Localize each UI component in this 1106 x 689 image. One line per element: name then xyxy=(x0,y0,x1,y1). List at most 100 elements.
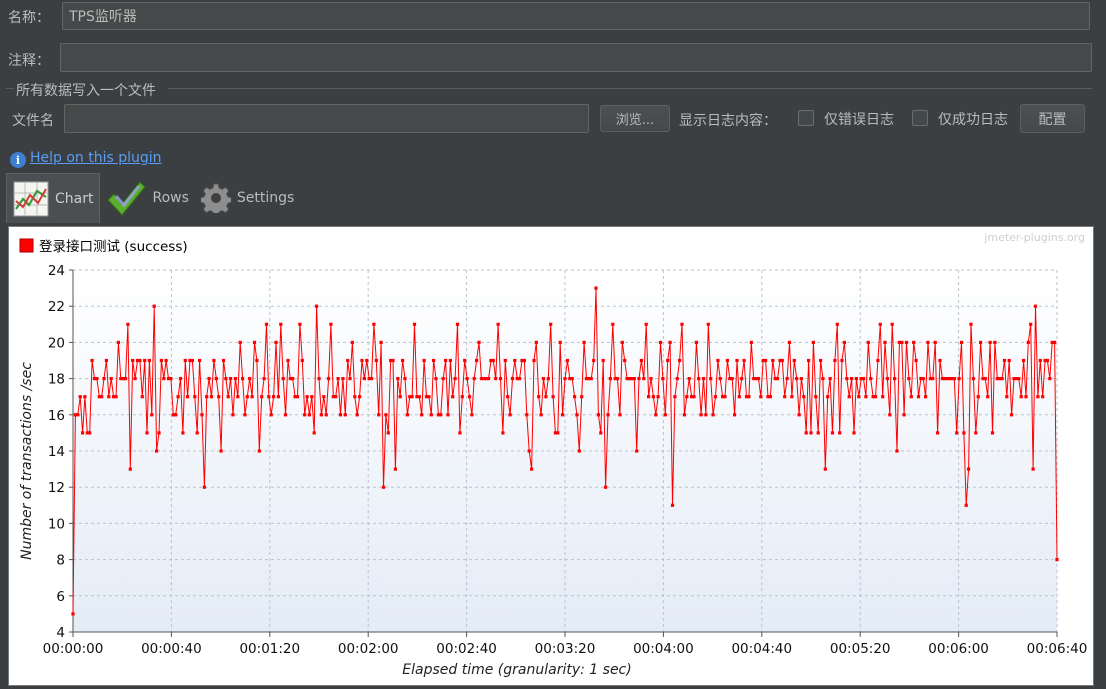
data-point xyxy=(214,377,218,381)
data-point xyxy=(1024,395,1028,399)
data-point xyxy=(274,340,278,344)
data-point xyxy=(792,358,796,363)
data-point xyxy=(522,358,526,363)
y-axis-title: Number of transactions /sec xyxy=(19,362,35,560)
data-point xyxy=(429,413,433,417)
y-tick-label: 16 xyxy=(48,408,65,424)
data-point xyxy=(145,431,149,435)
data-point xyxy=(680,322,684,326)
x-tick-label: 00:01:20 xyxy=(239,641,300,657)
data-point xyxy=(952,377,956,381)
data-point xyxy=(298,322,302,326)
data-point xyxy=(787,340,792,344)
data-point xyxy=(601,358,605,363)
data-point xyxy=(252,340,257,344)
data-point xyxy=(809,431,813,435)
data-point xyxy=(642,377,646,381)
data-point xyxy=(955,431,959,435)
data-point xyxy=(685,395,689,399)
data-point xyxy=(420,413,424,417)
data-point xyxy=(81,431,85,435)
data-point xyxy=(329,322,333,326)
data-point xyxy=(893,377,897,381)
help-link[interactable]: Help on this plugin xyxy=(30,150,162,166)
data-point xyxy=(377,413,381,417)
data-point xyxy=(589,377,593,381)
data-point xyxy=(212,358,216,363)
data-point xyxy=(654,413,658,417)
data-point xyxy=(295,395,300,399)
data-point xyxy=(107,395,111,399)
data-point xyxy=(245,395,249,399)
data-point xyxy=(840,358,844,363)
data-point xyxy=(224,377,228,381)
data-point xyxy=(465,377,469,381)
data-point xyxy=(606,413,610,417)
data-point xyxy=(718,377,722,381)
data-point xyxy=(756,377,761,381)
x-tick-label: 00:05:20 xyxy=(830,641,891,657)
data-point xyxy=(986,395,990,399)
data-point xyxy=(396,377,400,381)
data-point xyxy=(470,413,474,417)
data-point xyxy=(360,358,364,363)
tps-chart: 4 6 8 10 12 14 16 18 20 22 24 00:00:00 00:00:40 00:01… xyxy=(9,227,1093,685)
data-point xyxy=(231,413,235,417)
data-point xyxy=(221,358,226,363)
y-tick-label: 8 xyxy=(56,553,65,569)
data-point xyxy=(861,377,866,381)
tab-rows[interactable]: Rows xyxy=(100,173,194,223)
data-point xyxy=(334,395,338,399)
data-point xyxy=(826,395,830,399)
data-point xyxy=(534,340,538,344)
data-point xyxy=(878,322,882,326)
data-point xyxy=(1026,340,1030,344)
config-button[interactable]: 配置 xyxy=(1020,104,1085,133)
data-point xyxy=(229,377,233,381)
data-point xyxy=(207,377,211,381)
data-point xyxy=(284,413,288,417)
data-point xyxy=(704,413,708,417)
name-field[interactable] xyxy=(62,2,1090,30)
data-point xyxy=(842,340,846,344)
data-point xyxy=(200,413,204,417)
data-point xyxy=(811,340,815,344)
data-point xyxy=(785,377,789,381)
data-point xyxy=(441,377,445,381)
data-point xyxy=(747,395,751,399)
data-point xyxy=(888,413,892,417)
browse-button[interactable]: 浏览... xyxy=(600,105,670,132)
file-name-input[interactable] xyxy=(64,104,589,133)
data-point xyxy=(740,377,744,381)
data-point xyxy=(83,395,87,399)
data-point xyxy=(384,413,388,417)
data-point xyxy=(909,395,913,399)
data-point xyxy=(150,413,154,417)
data-point xyxy=(379,340,383,344)
comment-label: 注释： xyxy=(8,53,50,69)
comment-field[interactable] xyxy=(60,43,1092,72)
data-point xyxy=(900,340,904,344)
legend-swatch xyxy=(19,238,34,253)
data-point xyxy=(802,395,806,399)
data-point xyxy=(647,395,651,399)
data-point xyxy=(580,395,584,399)
data-point xyxy=(799,377,803,381)
x-axis-title: Elapsed time (granularity: 1 sec) xyxy=(402,662,631,678)
tab-settings[interactable]: Settings xyxy=(195,173,300,223)
data-point xyxy=(881,395,885,399)
data-point xyxy=(604,485,608,489)
data-point xyxy=(327,377,331,381)
tab-chart[interactable]: Chart xyxy=(6,173,101,223)
data-point xyxy=(439,413,443,417)
errors-only-checkbox[interactable] xyxy=(798,110,814,126)
data-point xyxy=(670,503,675,507)
y-tick-label: 4 xyxy=(56,625,65,641)
data-point xyxy=(269,413,273,417)
legend-label: 登录接口测试 (success) xyxy=(39,238,188,255)
success-only-checkbox[interactable] xyxy=(912,110,928,126)
data-point xyxy=(694,340,698,344)
data-point xyxy=(537,395,541,399)
data-point xyxy=(422,358,426,363)
data-point xyxy=(226,395,230,399)
